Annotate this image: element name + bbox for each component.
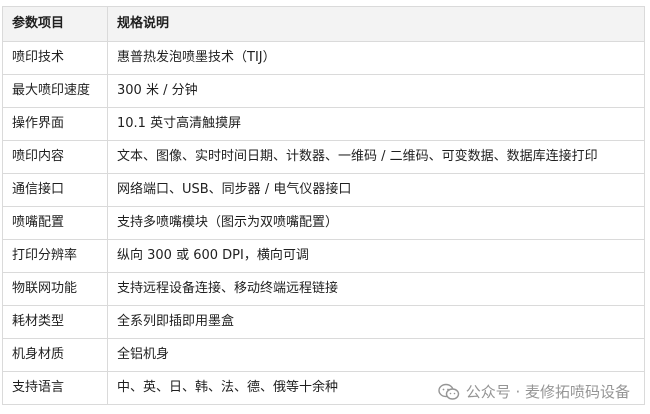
param-value: 惠普热发泡喷墨技术（TIJ） [107, 41, 645, 75]
param-value: 支持多喷嘴模块（图示为双喷嘴配置） [107, 206, 645, 240]
param-value: 300 米 / 分钟 [107, 74, 645, 108]
table-row: 通信接口 网络端口、USB、同步器 / 电气仪器接口 [2, 173, 645, 207]
param-value: 文本、图像、实时时间日期、计数器、一维码 / 二维码、可变数据、数据库连接打印 [107, 140, 645, 174]
param-name: 耗材类型 [2, 305, 108, 339]
header-param: 参数项目 [2, 6, 108, 42]
param-name: 操作界面 [2, 107, 108, 141]
param-name: 喷印内容 [2, 140, 108, 174]
param-name: 最大喷印速度 [2, 74, 108, 108]
param-name: 物联网功能 [2, 272, 108, 306]
param-value: 10.1 英寸高清触摸屏 [107, 107, 645, 141]
param-value: 全系列即插即用墨盒 [107, 305, 645, 339]
param-value: 支持远程设备连接、移动终端远程链接 [107, 272, 645, 306]
header-spec: 规格说明 [107, 6, 645, 42]
param-value: 网络端口、USB、同步器 / 电气仪器接口 [107, 173, 645, 207]
header-row: 参数项目 规格说明 [2, 6, 645, 42]
param-name: 通信接口 [2, 173, 108, 207]
table-row: 机身材质 全铝机身 [2, 338, 645, 372]
param-name: 支持语言 [2, 371, 108, 405]
param-name: 喷嘴配置 [2, 206, 108, 240]
param-name: 喷印技术 [2, 41, 108, 75]
page: 参数项目 规格说明 喷印技术 惠普热发泡喷墨技术（TIJ） 最大喷印速度 300… [0, 0, 650, 414]
table-row: 打印分辨率 纵向 300 或 600 DPI，横向可调 [2, 239, 645, 273]
table-row: 喷印技术 惠普热发泡喷墨技术（TIJ） [2, 41, 645, 75]
table-row: 喷印内容 文本、图像、实时时间日期、计数器、一维码 / 二维码、可变数据、数据库… [2, 140, 645, 174]
table-row: 最大喷印速度 300 米 / 分钟 [2, 74, 645, 108]
table-row: 操作界面 10.1 英寸高清触摸屏 [2, 107, 645, 141]
watermark-text: 公众号 · 麦修拓喷码设备 [465, 383, 630, 401]
spec-table: 参数项目 规格说明 喷印技术 惠普热发泡喷墨技术（TIJ） 最大喷印速度 300… [2, 6, 645, 405]
watermark: 公众号 · 麦修拓喷码设备 [437, 381, 630, 402]
spec-table-header: 参数项目 规格说明 [2, 6, 645, 42]
param-name: 打印分辨率 [2, 239, 108, 273]
table-row: 物联网功能 支持远程设备连接、移动终端远程链接 [2, 272, 645, 306]
param-value: 纵向 300 或 600 DPI，横向可调 [107, 239, 645, 273]
table-row: 耗材类型 全系列即插即用墨盒 [2, 305, 645, 339]
table-row: 喷嘴配置 支持多喷嘴模块（图示为双喷嘴配置） [2, 206, 645, 240]
param-value: 全铝机身 [107, 338, 645, 372]
param-name: 机身材质 [2, 338, 108, 372]
spec-table-body: 喷印技术 惠普热发泡喷墨技术（TIJ） 最大喷印速度 300 米 / 分钟 操作… [2, 41, 645, 405]
wechat-icon [437, 383, 460, 401]
